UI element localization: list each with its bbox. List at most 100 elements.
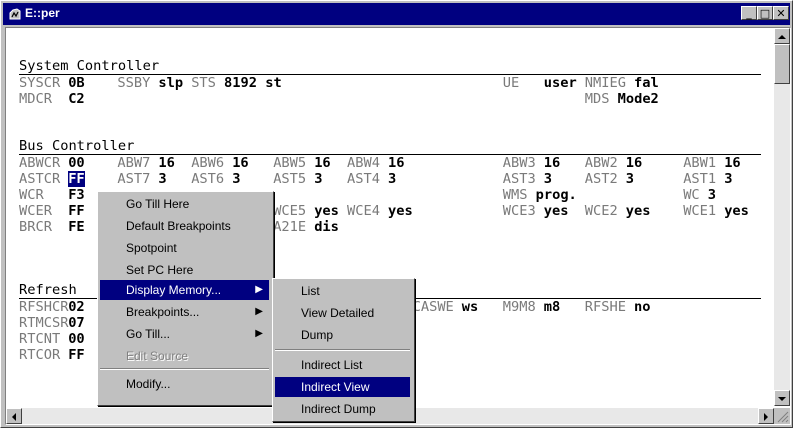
register-label: MDCR (19, 91, 52, 107)
resize-grip-icon (777, 411, 789, 423)
register-value[interactable]: FF (68, 203, 84, 219)
maximize-button[interactable]: □ (757, 6, 773, 20)
register-value[interactable]: yes (314, 203, 339, 219)
submenu-item-indirect-dump[interactable]: Indirect Dump (275, 399, 410, 419)
menu-item-label: Go Till Here (126, 197, 190, 211)
menu-item-go-till[interactable]: Go Till... ▶ (100, 324, 269, 344)
register-label: ABW2 (584, 155, 618, 171)
register-label: AST1 (683, 171, 717, 187)
menu-item-default-breakpoints[interactable]: Default Breakpoints (100, 216, 269, 236)
menu-item-label: Spotpoint (126, 241, 177, 255)
register-label: AST3 (502, 171, 536, 187)
register-value[interactable]: ws (462, 299, 478, 315)
menu-item-edit-source[interactable]: Edit Source (100, 346, 269, 366)
vertical-scrollbar[interactable] (774, 28, 790, 406)
register-value[interactable]: 16 (158, 155, 174, 171)
register-value[interactable]: no (634, 299, 650, 315)
register-label: ABW3 (502, 155, 536, 171)
scroll-left-button[interactable] (6, 408, 22, 424)
minimize-icon: _ (746, 7, 752, 20)
register-value[interactable]: 16 (388, 155, 404, 171)
size-grip[interactable] (774, 408, 790, 424)
register-value[interactable]: 3 (544, 171, 552, 187)
menu-item-display-memory[interactable]: Display Memory... ▶ (100, 280, 269, 300)
register-value[interactable]: 00 (68, 155, 84, 171)
scroll-thumb[interactable] (774, 44, 790, 84)
register-label: WMS (502, 187, 528, 203)
register-value[interactable]: m8 (544, 299, 560, 315)
menu-item-go-till-here[interactable]: Go Till Here (100, 194, 269, 214)
register-label: NMIEG (584, 75, 626, 91)
register-value[interactable]: 3 (626, 171, 634, 187)
register-value[interactable]: 3 (388, 171, 396, 187)
register-value[interactable]: 3 (314, 171, 322, 187)
submenu-arrow-icon: ▶ (255, 306, 263, 317)
register-label: SYSCR (19, 75, 61, 91)
register-value[interactable]: yes (724, 203, 749, 219)
menu-item-label: View Detailed (301, 306, 375, 320)
register-value[interactable]: 3 (232, 171, 240, 187)
register-value[interactable]: 16 (314, 155, 330, 171)
menu-separator (100, 368, 269, 370)
register-value[interactable]: fal (634, 75, 659, 91)
register-label: ABWCR (19, 155, 61, 171)
register-value[interactable]: 3 (724, 171, 732, 187)
menu-item-label: Dump (301, 328, 334, 342)
scroll-up-button[interactable] (774, 28, 790, 44)
menu-separator (275, 349, 410, 351)
context-menu: Go Till Here Default Breakpoints Spotpoint… (97, 191, 274, 406)
register-label: WCE2 (584, 203, 618, 219)
section-heading-bus: Bus Controller (19, 138, 135, 154)
submenu-item-dump[interactable]: Dump (275, 325, 410, 345)
submenu-item-indirect-list[interactable]: Indirect List (275, 355, 410, 375)
register-value[interactable]: dis (314, 219, 339, 235)
register-label: WC (683, 187, 700, 203)
menu-item-modify[interactable]: Modify... (100, 374, 269, 394)
register-label: AST5 (273, 171, 307, 187)
register-value[interactable]: FE (68, 219, 84, 235)
register-value[interactable]: 16 (232, 155, 248, 171)
register-value[interactable]: C2 (68, 91, 84, 107)
register-value[interactable]: prog. (536, 187, 577, 203)
menu-item-label: Go Till... (126, 327, 171, 341)
register-value[interactable]: 3 (158, 171, 166, 187)
register-value[interactable]: 3 (708, 187, 716, 203)
register-value[interactable]: 16 (626, 155, 642, 171)
register-value[interactable]: 02 (68, 299, 84, 315)
scroll-down-button[interactable] (774, 390, 790, 406)
register-value-selected[interactable]: FF (68, 171, 85, 187)
minimize-button[interactable]: _ (741, 6, 757, 20)
register-label: RTCOR (19, 347, 61, 363)
register-value[interactable]: 16 (724, 155, 740, 171)
submenu-item-list[interactable]: List (275, 281, 410, 301)
close-button[interactable]: ✕ (773, 6, 789, 20)
register-label: CASWE (412, 299, 454, 315)
display-memory-submenu: List View Detailed Dump Indirect List Indire… (272, 278, 415, 422)
title-bar[interactable]: E::per _ □ ✕ (3, 3, 790, 25)
section-heading-refresh: Refresh (19, 282, 77, 298)
submenu-item-view-detailed[interactable]: View Detailed (275, 303, 410, 323)
register-label: UE (502, 75, 520, 91)
register-value[interactable]: yes (388, 203, 413, 219)
menu-item-set-pc-here[interactable]: Set PC Here (100, 260, 269, 280)
register-value[interactable]: 0B (68, 75, 84, 91)
register-value[interactable]: 00 (68, 331, 84, 347)
register-label: ASTCR (19, 171, 61, 187)
scroll-right-button[interactable] (758, 408, 774, 424)
menu-item-spotpoint[interactable]: Spotpoint (100, 238, 269, 258)
register-label: AST4 (347, 171, 380, 187)
submenu-item-indirect-view[interactable]: Indirect View (275, 377, 410, 397)
register-value[interactable]: yes (544, 203, 569, 219)
register-value[interactable]: yes (626, 203, 651, 219)
register-value[interactable]: 16 (544, 155, 560, 171)
register-value[interactable]: FF (68, 347, 84, 363)
register-value[interactable]: 07 (68, 315, 84, 331)
register-value[interactable]: user (544, 75, 577, 91)
menu-item-label: Set PC Here (126, 263, 194, 277)
register-value[interactable]: slp (158, 75, 183, 91)
register-value[interactable]: F3 (68, 187, 84, 203)
register-label: RFSHCR (19, 299, 69, 315)
menu-item-breakpoints[interactable]: Breakpoints... ▶ (100, 302, 269, 322)
register-value[interactable]: 8192 st (224, 75, 282, 91)
register-value[interactable]: Mode2 (618, 91, 659, 107)
